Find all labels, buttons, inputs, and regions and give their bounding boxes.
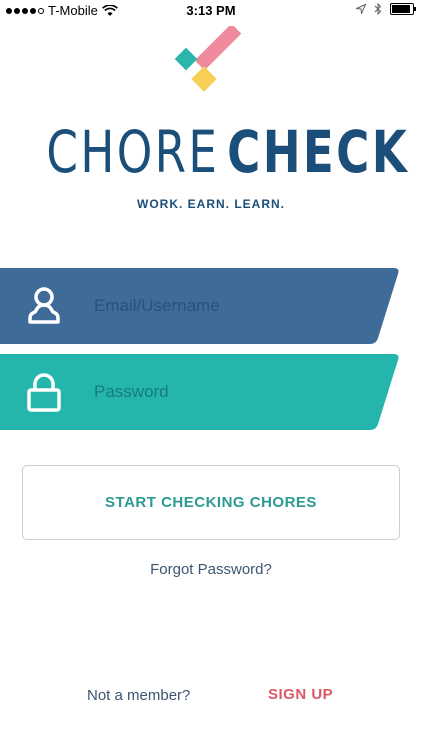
battery-fill	[392, 5, 410, 13]
chorecheck-logo-icon	[174, 26, 242, 92]
status-right	[356, 3, 416, 15]
brand-wordmark: CHORE CHECK	[46, 112, 406, 192]
forgot-password-link[interactable]: Forgot Password?	[0, 561, 422, 578]
status-bar: T-Mobile 3:13 PM	[0, 0, 422, 22]
password-input[interactable]	[92, 381, 366, 403]
password-field[interactable]	[0, 354, 400, 430]
start-checking-chores-button[interactable]: START CHECKING CHORES	[22, 465, 400, 540]
battery-icon	[390, 3, 416, 15]
brand-name-part2: CHECK	[227, 118, 410, 186]
location-arrow-icon	[356, 4, 366, 14]
email-field[interactable]	[0, 268, 400, 344]
lock-icon	[27, 373, 61, 412]
not-member-prompt: Not a member?	[87, 687, 191, 704]
bluetooth-icon	[374, 3, 382, 15]
email-input[interactable]	[92, 295, 366, 317]
brand-tagline: WORK. EARN. LEARN.	[137, 197, 285, 211]
brand-name-part1: CHORE	[46, 118, 220, 186]
sign-up-link[interactable]: SIGN UP	[268, 686, 333, 703]
user-icon	[28, 287, 60, 324]
